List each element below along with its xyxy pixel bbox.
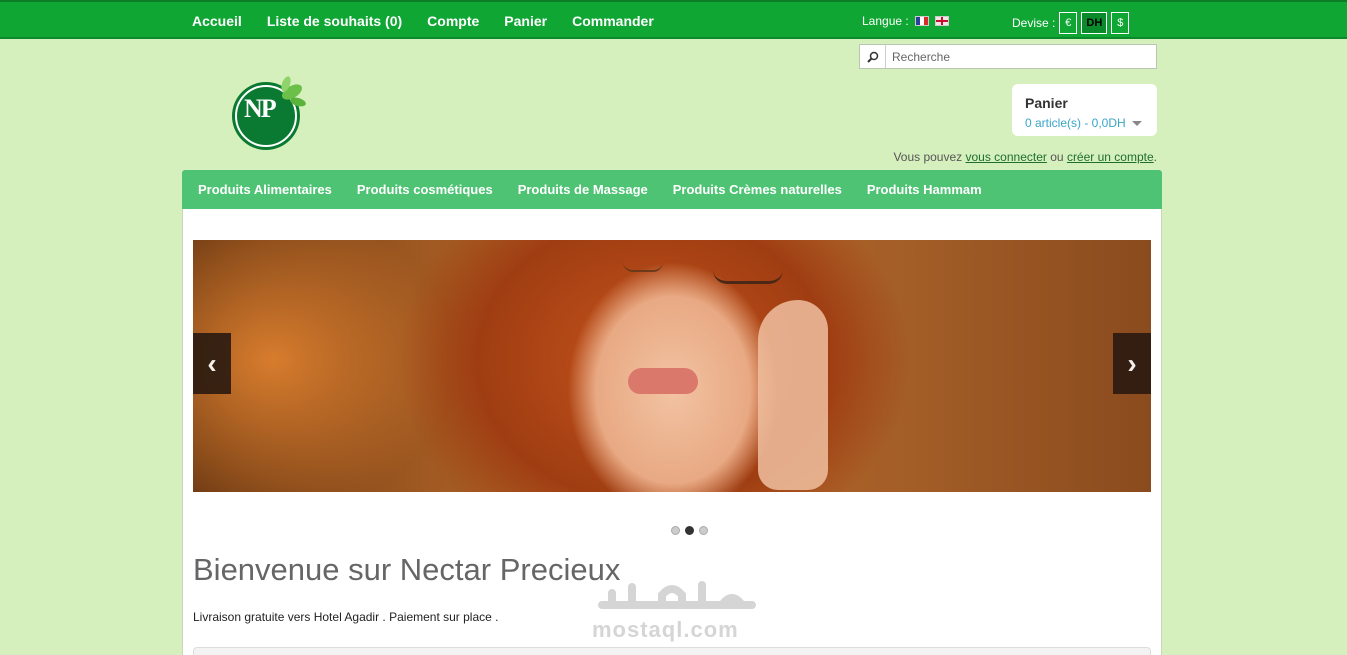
login-or: ou [1050, 150, 1064, 164]
cart-title: Panier [1025, 95, 1068, 111]
flag-en-icon[interactable] [934, 16, 949, 26]
category-creams[interactable]: Produits Crèmes naturelles [673, 182, 842, 197]
category-massage[interactable]: Produits de Massage [518, 182, 648, 197]
category-food[interactable]: Produits Alimentaires [198, 182, 332, 197]
slider-dot-1[interactable] [671, 526, 680, 535]
slider-next-button[interactable]: › [1113, 333, 1151, 394]
nav-checkout[interactable]: Commander [572, 13, 654, 29]
language-label: Langue : [862, 14, 909, 28]
currency-dh-button[interactable]: DH [1081, 12, 1108, 34]
currency-selector: Devise : € DH $ [1012, 12, 1130, 34]
currency-label: Devise : [1012, 16, 1056, 30]
login-prompt: Vous pouvez vous connecter ou créer un c… [893, 150, 1157, 164]
login-link[interactable]: vous connecter [966, 150, 1047, 164]
nav-account[interactable]: Compte [427, 13, 479, 29]
watermark-text: mostaql.com [592, 617, 739, 642]
nav-home[interactable]: Accueil [192, 13, 242, 29]
cart-summary-text: 0 article(s) - 0,0DH [1025, 116, 1126, 130]
cart-box[interactable]: Panier 0 article(s) - 0,0DH [1012, 84, 1157, 136]
welcome-description: Livraison gratuite vers Hotel Agadir . P… [193, 610, 499, 624]
search-input[interactable] [886, 46, 1156, 67]
category-nav: Produits Alimentaires Produits cosmétiqu… [182, 170, 1162, 209]
chevron-down-icon [1131, 120, 1142, 126]
search-icon[interactable] [860, 45, 886, 68]
slider-prev-button[interactable]: ‹ [193, 333, 231, 394]
top-nav: Accueil Liste de souhaits (0) Compte Pan… [192, 13, 679, 29]
category-hammam[interactable]: Produits Hammam [867, 182, 982, 197]
slide-image-hand [758, 300, 828, 490]
register-link[interactable]: créer un compte [1067, 150, 1154, 164]
watermark: mostaql.com [592, 575, 762, 645]
content-box [193, 647, 1151, 655]
chevron-right-icon: › [1127, 347, 1137, 379]
slider-dot-2[interactable] [685, 526, 694, 535]
cart-summary[interactable]: 0 article(s) - 0,0DH [1025, 116, 1157, 130]
nav-wishlist[interactable]: Liste de souhaits (0) [267, 13, 402, 29]
hero-slider[interactable]: ‹ › [193, 240, 1151, 492]
slide-image-eye-left [623, 262, 663, 272]
search-box [859, 44, 1157, 69]
logo-text: NP [244, 94, 277, 123]
page-title: Bienvenue sur Nectar Precieux [193, 552, 621, 587]
language-selector: Langue : [862, 14, 949, 28]
currency-dollar-button[interactable]: $ [1111, 12, 1130, 34]
flag-fr-icon[interactable] [914, 16, 929, 26]
login-suffix: . [1153, 150, 1157, 164]
slider-dot-3[interactable] [699, 526, 708, 535]
slide-image-eye [713, 270, 783, 284]
slide-image-lips [628, 368, 698, 394]
nav-cart[interactable]: Panier [504, 13, 547, 29]
site-logo[interactable]: NP [230, 76, 310, 152]
chevron-left-icon: ‹ [207, 347, 217, 379]
top-bar: Accueil Liste de souhaits (0) Compte Pan… [0, 0, 1347, 39]
login-prefix: Vous pouvez [893, 150, 963, 164]
slider-pagination [671, 526, 708, 535]
currency-euro-button[interactable]: € [1059, 12, 1078, 34]
category-cosmetics[interactable]: Produits cosmétiques [357, 182, 493, 197]
